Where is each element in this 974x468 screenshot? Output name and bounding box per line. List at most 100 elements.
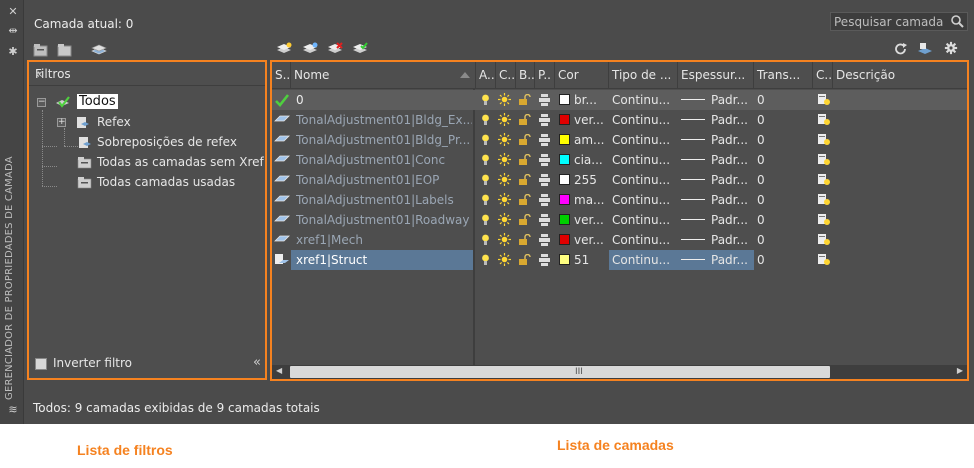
bulb-on-icon[interactable] — [481, 210, 495, 230]
column-freeze[interactable]: C.. — [496, 62, 516, 89]
bulb-on-icon[interactable] — [481, 230, 495, 250]
tree-node-xref-overlays[interactable]: Sobreposições de refex — [77, 134, 267, 152]
unlock-icon[interactable] — [518, 90, 534, 110]
new-vp-freeze-icon[interactable] — [817, 190, 833, 210]
column-color[interactable]: Cor — [555, 62, 609, 89]
layer-name[interactable]: TonalAdjustment01|Bldg_Ex... — [296, 110, 472, 130]
new-vp-freeze-icon[interactable] — [817, 150, 833, 170]
tree-node-refex[interactable]: + Refex — [57, 114, 257, 132]
layer-linetype[interactable]: Continu... — [612, 230, 678, 250]
layer-states-manager-icon[interactable] — [91, 43, 107, 57]
layer-states-icon[interactable]: ≋ — [7, 404, 19, 416]
column-new-vp-freeze[interactable]: C.. — [813, 62, 833, 89]
bulb-on-icon[interactable] — [481, 90, 495, 110]
column-lock[interactable]: B.. — [516, 62, 535, 89]
plot-icon[interactable] — [539, 110, 553, 130]
new-property-filter-icon[interactable] — [33, 43, 49, 57]
properties-icon[interactable]: ✱ — [7, 46, 19, 58]
layer-row[interactable]: 0 br... Continu... Padr... 0 — [272, 90, 967, 110]
layer-row[interactable]: xref1|Mech ver... Continu... Padr... 0 — [272, 230, 967, 250]
delete-layer-icon[interactable] — [327, 42, 343, 56]
layer-linetype[interactable]: Continu... — [612, 150, 678, 170]
sun-thawed-icon[interactable] — [498, 90, 514, 110]
layer-transparency[interactable]: 0 — [757, 230, 813, 250]
layer-lineweight[interactable]: Padr... — [681, 150, 754, 170]
invert-filter[interactable]: Inverter filtro « — [35, 355, 261, 374]
sun-thawed-icon[interactable] — [498, 150, 514, 170]
search-icon[interactable] — [950, 14, 964, 28]
layer-color[interactable]: 255 — [559, 170, 609, 190]
layer-name[interactable]: TonalAdjustment01|EOP — [296, 170, 472, 190]
new-vp-freeze-icon[interactable] — [817, 110, 833, 130]
layer-lineweight[interactable]: Padr... — [681, 210, 754, 230]
scroll-left-icon[interactable]: ◀ — [276, 366, 282, 375]
layer-transparency[interactable]: 0 — [757, 90, 813, 110]
layer-color[interactable]: 51 — [559, 250, 609, 270]
collapse-filters-icon[interactable]: « — [35, 67, 259, 82]
expand-toggle[interactable]: + — [57, 118, 66, 127]
new-layer-vp-frozen-icon[interactable] — [302, 42, 318, 56]
refresh-icon[interactable] — [893, 42, 909, 56]
unlock-icon[interactable] — [518, 190, 534, 210]
new-vp-freeze-icon[interactable] — [817, 90, 833, 110]
xref-layer-icon[interactable] — [274, 130, 291, 150]
bulb-on-icon[interactable] — [481, 150, 495, 170]
layer-linetype[interactable]: Continu... — [612, 130, 678, 150]
column-transparency[interactable]: Trans... — [754, 62, 813, 89]
bulb-on-icon[interactable] — [481, 170, 495, 190]
layer-name[interactable]: TonalAdjustment01|Conc — [296, 150, 472, 170]
sun-thawed-icon[interactable] — [498, 230, 514, 250]
close-icon[interactable]: ✕ — [7, 6, 19, 18]
plot-icon[interactable] — [539, 170, 553, 190]
set-current-icon[interactable] — [352, 42, 368, 56]
layer-row[interactable]: TonalAdjustment01|Roadway ver... Continu..… — [272, 210, 967, 230]
settings-layers-icon[interactable] — [917, 42, 933, 56]
layer-name[interactable]: 0 — [296, 90, 472, 110]
tree-node-non-xref[interactable]: Todas as camadas sem Xref — [77, 154, 267, 172]
unlock-icon[interactable] — [518, 250, 534, 270]
plot-icon[interactable] — [539, 250, 553, 270]
scroll-right-icon[interactable]: ▶ — [957, 366, 963, 375]
search-box[interactable] — [830, 12, 968, 31]
plot-icon[interactable] — [539, 230, 553, 250]
xref-layer-icon[interactable] — [274, 150, 291, 170]
xref-layer-icon[interactable] — [274, 230, 291, 250]
plot-icon[interactable] — [539, 130, 553, 150]
sun-thawed-icon[interactable] — [498, 170, 514, 190]
layer-transparency[interactable]: 0 — [757, 170, 813, 190]
layer-color[interactable]: cia... — [559, 150, 609, 170]
invert-filter-checkbox[interactable] — [35, 358, 47, 370]
layer-row[interactable]: TonalAdjustment01|Conc cia... Continu... Pa… — [272, 150, 967, 170]
layer-color[interactable]: ver... — [559, 110, 609, 130]
collapse-toggle[interactable]: − — [37, 98, 46, 107]
column-name[interactable]: Nome — [291, 62, 476, 89]
layer-linetype[interactable]: Continu... — [612, 90, 678, 110]
column-plot[interactable]: P.. — [535, 62, 555, 89]
tree-node-todos[interactable]: − Todos — [37, 94, 257, 112]
layer-linetype[interactable]: Continu... — [612, 110, 678, 130]
layer-lineweight[interactable]: Padr... — [681, 130, 754, 150]
autohide-icon[interactable]: ⇹ — [7, 25, 19, 37]
layer-row[interactable]: TonalAdjustment01|Labels ma... Continu... P… — [272, 190, 967, 210]
unlock-icon[interactable] — [518, 150, 534, 170]
layer-lineweight[interactable]: Padr... — [681, 90, 754, 110]
layer-row[interactable]: xref1|Struct 51 Continu... Padr... 0 — [272, 250, 967, 270]
horizontal-scrollbar[interactable]: ◀ III ▶ — [272, 365, 967, 379]
layer-name[interactable]: TonalAdjustment01|Bldg_Pr... — [296, 130, 472, 150]
layer-transparency[interactable]: 0 — [757, 190, 813, 210]
plot-icon[interactable] — [539, 210, 553, 230]
new-vp-freeze-icon[interactable] — [817, 250, 833, 270]
layer-color[interactable]: ver... — [559, 210, 609, 230]
xref-layer-icon[interactable] — [274, 250, 291, 270]
plot-icon[interactable] — [539, 150, 553, 170]
sun-thawed-icon[interactable] — [498, 210, 514, 230]
current-layer-check-icon[interactable] — [274, 90, 291, 110]
column-linetype[interactable]: Tipo de ... — [609, 62, 678, 89]
unlock-icon[interactable] — [518, 170, 534, 190]
layer-color[interactable]: am... — [559, 130, 609, 150]
layer-name[interactable]: TonalAdjustment01|Roadway — [296, 210, 472, 230]
layer-row[interactable]: TonalAdjustment01|EOP 255 Continu... Padr..… — [272, 170, 967, 190]
plot-icon[interactable] — [539, 90, 553, 110]
layer-name[interactable]: xref1|Mech — [296, 230, 472, 250]
unlock-icon[interactable] — [518, 130, 534, 150]
